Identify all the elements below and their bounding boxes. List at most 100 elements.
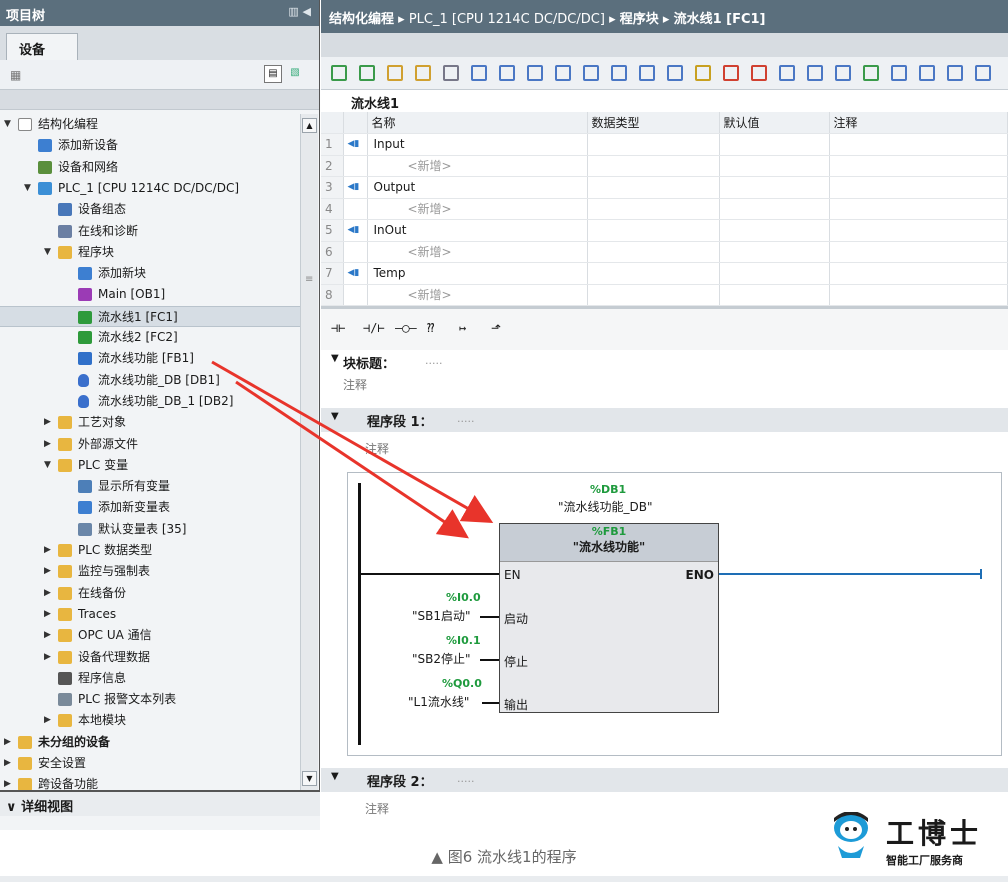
col-comment[interactable]: 注释	[829, 112, 1008, 134]
interface-comment-cell[interactable]	[829, 219, 1008, 242]
tree-item[interactable]: 流水线功能_DB_1 [DB2]	[0, 391, 300, 412]
toolbar-tool-icon[interactable]	[751, 65, 767, 81]
input-tag[interactable]: "SB2停止"	[412, 650, 471, 667]
interface-row[interactable]: 2 <新增>	[321, 155, 1008, 177]
toolbar-tool-icon[interactable]	[667, 65, 683, 81]
ladder-instruction-icon[interactable]: ⁇	[427, 321, 434, 335]
block-comment[interactable]: 注释	[343, 376, 367, 393]
scroll-up-icon[interactable]: ▲	[302, 118, 317, 133]
tree-item[interactable]: ▶ PLC 数据类型	[0, 540, 300, 561]
interface-row[interactable]: 8 <新增>	[321, 284, 1008, 306]
toolbar-tool-icon[interactable]	[387, 65, 403, 81]
tab-devices[interactable]: 设备	[6, 33, 78, 60]
toolbar-tool-icon[interactable]	[331, 65, 347, 81]
interface-name-cell[interactable]: <新增>	[367, 198, 588, 220]
chevron-down-icon[interactable]: ▼	[331, 353, 339, 364]
col-default[interactable]: 默认值	[719, 112, 830, 134]
scroll-down-icon[interactable]: ▼	[302, 771, 317, 786]
interface-default-cell[interactable]	[719, 241, 830, 263]
network-2-comment[interactable]: 注释	[365, 800, 389, 817]
interface-type-cell[interactable]	[587, 284, 720, 306]
tree-item[interactable]: ▶ 在线备份	[0, 583, 300, 604]
toolbar-tool-icon[interactable]	[807, 65, 823, 81]
interface-comment-cell[interactable]	[829, 241, 1008, 263]
tree-item[interactable]: ▶ Traces	[0, 604, 300, 625]
interface-name-cell[interactable]: Input	[367, 133, 588, 156]
ladder-instruction-icon[interactable]: ⬏	[491, 321, 501, 335]
interface-default-cell[interactable]	[719, 262, 830, 285]
view-toggle-icon[interactable]: ▤	[264, 65, 282, 83]
interface-name-cell[interactable]: Output	[367, 176, 588, 199]
ladder-instruction-icon[interactable]: ⊣/⊢	[363, 321, 385, 335]
expand-right-icon[interactable]: ▶	[44, 540, 54, 561]
network-2-header[interactable]: ▼ 程序段 2： .....	[321, 768, 1008, 792]
network-1-header[interactable]: ▼ 程序段 1： .....	[321, 408, 1008, 432]
interface-default-cell[interactable]	[719, 155, 830, 177]
input-tag[interactable]: "L1流水线"	[408, 693, 469, 710]
interface-name-cell[interactable]: InOut	[367, 219, 588, 242]
interface-row[interactable]: 7 ◀▮ Temp	[321, 262, 1008, 285]
interface-type-cell[interactable]	[587, 262, 720, 285]
interface-default-cell[interactable]	[719, 198, 830, 220]
toolbar-tool-icon[interactable]	[527, 65, 543, 81]
toolbar-tool-icon[interactable]	[611, 65, 627, 81]
tree-item[interactable]: 流水线功能_DB [DB1]	[0, 370, 300, 391]
tree-item[interactable]: ▶ OPC UA 通信	[0, 625, 300, 646]
interface-name-cell[interactable]: <新增>	[367, 155, 588, 177]
interface-default-cell[interactable]	[719, 284, 830, 306]
tree-item[interactable]: 添加新块	[0, 263, 300, 284]
block-title-row[interactable]: ▼ 块标题： .....	[321, 350, 1008, 372]
toolbar-tool-icon[interactable]	[975, 65, 991, 81]
interface-comment-cell[interactable]	[829, 262, 1008, 285]
toolbar-tool-icon[interactable]	[555, 65, 571, 81]
scroll-grip-icon[interactable]: ≡	[305, 274, 313, 285]
toolbar-tool-icon[interactable]	[471, 65, 487, 81]
network-1-comment[interactable]: 注释	[365, 440, 389, 457]
interface-comment-cell[interactable]	[829, 284, 1008, 306]
interface-comment-cell[interactable]	[829, 198, 1008, 220]
breadcrumb-block[interactable]: 流水线1 [FC1]	[674, 12, 766, 27]
interface-type-cell[interactable]	[587, 198, 720, 220]
tree-item[interactable]: 程序信息	[0, 668, 300, 689]
expand-right-icon[interactable]: ▶	[44, 604, 54, 625]
interface-row[interactable]: 1 ◀▮ Input	[321, 133, 1008, 156]
tree-item[interactable]: 流水线2 [FC2]	[0, 327, 300, 348]
detail-view-header[interactable]: ∨ 详细视图	[0, 790, 320, 816]
interface-type-cell[interactable]	[587, 219, 720, 242]
expand-right-icon[interactable]: ▶	[4, 774, 14, 790]
db-name[interactable]: "流水线功能_DB"	[558, 498, 653, 515]
interface-row[interactable]: 6 <新增>	[321, 241, 1008, 263]
tree-item[interactable]: 在线和诊断	[0, 221, 300, 242]
chevron-down-icon[interactable]: ▼	[331, 771, 339, 782]
expand-down-icon[interactable]: ▼	[4, 114, 14, 135]
expand-down-icon[interactable]: ▼	[44, 242, 54, 263]
expand-right-icon[interactable]: ▶	[44, 710, 54, 731]
toolbar-tool-icon[interactable]	[891, 65, 907, 81]
expand-right-icon[interactable]: ▶	[44, 561, 54, 582]
interface-row[interactable]: 4 <新增>	[321, 198, 1008, 220]
tree-item[interactable]: ▶ 跨设备功能	[0, 774, 300, 790]
tree-item[interactable]: 显示所有变量	[0, 476, 300, 497]
tree-item[interactable]: PLC 报警文本列表	[0, 689, 300, 710]
interface-name-cell[interactable]: Temp	[367, 262, 588, 285]
interface-type-cell[interactable]	[587, 133, 720, 156]
col-type[interactable]: 数据类型	[587, 112, 720, 134]
tree-item[interactable]: 添加新变量表	[0, 497, 300, 518]
tree-item[interactable]: ▼ PLC_1 [CPU 1214C DC/DC/DC]	[0, 178, 300, 199]
toolbar-tool-icon[interactable]	[779, 65, 795, 81]
panel-collapse-icon[interactable]: ▥ ◀	[288, 5, 311, 18]
toolbar-tool-icon[interactable]	[583, 65, 599, 81]
input-tag[interactable]: "SB1启动"	[412, 607, 471, 624]
tree-item[interactable]: ▶ 本地模块	[0, 710, 300, 731]
interface-default-cell[interactable]	[719, 133, 830, 156]
interface-type-cell[interactable]	[587, 176, 720, 199]
interface-type-cell[interactable]	[587, 155, 720, 177]
toolbar-tool-icon[interactable]	[919, 65, 935, 81]
toolbar-tool-icon[interactable]	[443, 65, 459, 81]
breadcrumb-project[interactable]: 结构化编程	[329, 12, 394, 27]
interface-default-cell[interactable]	[719, 219, 830, 242]
tree-item[interactable]: ▼ 程序块	[0, 242, 300, 263]
toolbar-tool-icon[interactable]	[723, 65, 739, 81]
interface-comment-cell[interactable]	[829, 133, 1008, 156]
tree-item[interactable]: Main [OB1]	[0, 284, 300, 305]
